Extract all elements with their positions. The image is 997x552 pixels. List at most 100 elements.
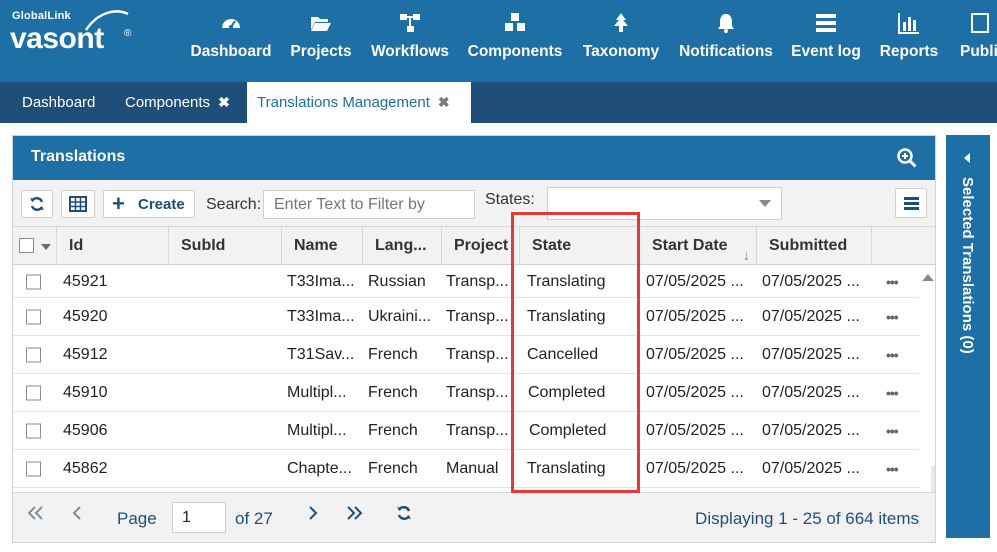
tab-translations-management[interactable]: Translations Management ✖ bbox=[247, 82, 471, 123]
logo-registered-mark: ® bbox=[124, 28, 132, 39]
grid-menu-button[interactable] bbox=[895, 188, 927, 218]
chevron-down-icon[interactable] bbox=[41, 244, 51, 250]
table-row[interactable]: 45862 Chapte... French Manual Translatin… bbox=[13, 450, 919, 488]
page-label: Page bbox=[117, 509, 157, 528]
tab-translations-management-label: Translations Management bbox=[257, 94, 430, 111]
cell-project: Transp... bbox=[446, 421, 509, 439]
plus-icon: + bbox=[112, 191, 125, 216]
states-select[interactable] bbox=[547, 187, 782, 220]
pager-refresh-button[interactable] bbox=[396, 505, 412, 526]
dashboard-icon bbox=[222, 19, 240, 29]
row-actions-icon[interactable]: ••• bbox=[886, 309, 899, 325]
nav-dashboard-label: Dashboard bbox=[190, 43, 272, 60]
column-header-language[interactable]: Lang... bbox=[363, 227, 442, 265]
column-header-name[interactable]: Name bbox=[282, 227, 363, 265]
search-label: Search: bbox=[206, 196, 262, 213]
column-header-state[interactable]: State bbox=[520, 227, 640, 265]
row-actions-icon[interactable]: ••• bbox=[886, 347, 899, 363]
scrollbar-thumb[interactable] bbox=[931, 466, 935, 492]
hamburger-icon-line bbox=[904, 202, 919, 205]
expand-left-icon[interactable] bbox=[964, 153, 970, 163]
cell-language: French bbox=[368, 383, 418, 401]
last-page-button[interactable] bbox=[345, 505, 363, 526]
table-row[interactable]: 45910 Multipl... French Transp... Comple… bbox=[13, 374, 919, 412]
cell-submitted: 07/05/2025 ... bbox=[762, 421, 860, 439]
list-icon bbox=[816, 14, 836, 32]
nav-event-log[interactable]: Event log bbox=[790, 0, 862, 74]
search-input[interactable] bbox=[263, 190, 475, 219]
grid-scrollbar[interactable] bbox=[919, 266, 935, 492]
row-actions-icon[interactable]: ••• bbox=[886, 461, 899, 477]
column-header-subid[interactable]: SubId bbox=[169, 227, 282, 265]
table-row[interactable]: 45912 T31Sav... French Transp... Cancell… bbox=[13, 336, 919, 374]
column-header-start-date[interactable]: Start Date ↓ bbox=[640, 227, 757, 265]
tab-dashboard[interactable]: Dashboard bbox=[12, 82, 105, 123]
nav-event-log-label: Event log bbox=[791, 43, 861, 60]
scroll-up-icon[interactable] bbox=[922, 274, 934, 281]
logo-small-text: GlobalLink bbox=[12, 10, 71, 22]
row-checkbox[interactable] bbox=[26, 347, 41, 362]
right-edge bbox=[990, 123, 997, 552]
tab-components-label: Components bbox=[125, 94, 211, 111]
column-header-submitted[interactable]: Submitted bbox=[757, 227, 872, 265]
cell-language: Ukraini... bbox=[368, 307, 432, 325]
nav-notifications-label: Notifications bbox=[679, 43, 773, 60]
nav-projects[interactable]: Projects bbox=[287, 0, 355, 74]
grid-header: Id SubId Name Lang... Project State Star… bbox=[13, 227, 935, 265]
cell-project: Transp... bbox=[446, 307, 509, 325]
cell-language: French bbox=[368, 459, 418, 477]
selected-translations-panel[interactable]: Selected Translations (0) bbox=[946, 135, 990, 538]
create-button[interactable]: + Create bbox=[103, 190, 195, 218]
row-checkbox[interactable] bbox=[26, 274, 41, 289]
columns-button[interactable] bbox=[61, 190, 95, 218]
nav-workflows[interactable]: Workflows bbox=[366, 0, 454, 74]
row-actions-icon[interactable]: ••• bbox=[886, 385, 899, 401]
next-page-button[interactable] bbox=[307, 505, 319, 526]
nav-components[interactable]: Components bbox=[466, 0, 564, 74]
cell-submitted: 07/05/2025 ... bbox=[762, 383, 860, 401]
zoom-in-icon[interactable] bbox=[897, 148, 917, 168]
table-row[interactable]: 45921 T33Ima... Russian Transp... Transl… bbox=[13, 266, 919, 298]
refresh-button[interactable] bbox=[21, 190, 53, 218]
page-number-input[interactable] bbox=[172, 502, 226, 533]
row-checkbox[interactable] bbox=[26, 461, 41, 476]
nav-projects-label: Projects bbox=[290, 43, 352, 60]
previous-page-button[interactable] bbox=[71, 505, 83, 526]
refresh-icon bbox=[397, 506, 411, 520]
nav-dashboard[interactable]: Dashboard bbox=[186, 0, 276, 74]
select-all-checkbox[interactable] bbox=[19, 238, 34, 253]
table-row[interactable]: 45906 Multipl... French Transp... Comple… bbox=[13, 412, 919, 450]
select-all-header[interactable] bbox=[13, 227, 57, 265]
first-page-button[interactable] bbox=[27, 505, 45, 526]
sitemap-icon bbox=[400, 14, 420, 32]
start-date-header-label: Start Date bbox=[652, 237, 728, 254]
vasont-logo[interactable]: GlobalLink vasont ® bbox=[8, 8, 138, 68]
tab-components-close-icon[interactable]: ✖ bbox=[218, 94, 230, 110]
cell-project: Manual bbox=[446, 459, 499, 477]
row-actions-icon[interactable]: ••• bbox=[886, 274, 899, 290]
tab-translations-management-close-icon[interactable]: ✖ bbox=[438, 94, 450, 110]
cell-project: Transp... bbox=[446, 272, 509, 290]
bar-chart-icon bbox=[898, 13, 919, 34]
row-checkbox[interactable] bbox=[26, 423, 41, 438]
nav-notifications[interactable]: Notifications bbox=[676, 0, 776, 74]
cell-submitted: 07/05/2025 ... bbox=[762, 307, 860, 325]
nav-publish[interactable]: Publis bbox=[956, 0, 997, 74]
cell-start-date: 07/05/2025 ... bbox=[646, 272, 744, 290]
chevron-down-icon bbox=[759, 200, 771, 207]
cell-id: 45920 bbox=[63, 307, 108, 325]
nav-reports[interactable]: Reports bbox=[876, 0, 942, 74]
tab-components[interactable]: Components ✖ bbox=[115, 82, 240, 123]
row-checkbox[interactable] bbox=[26, 309, 41, 324]
row-checkbox[interactable] bbox=[26, 385, 41, 400]
cell-start-date: 07/05/2025 ... bbox=[646, 459, 744, 477]
cell-name: Multipl... bbox=[287, 421, 347, 439]
column-header-id[interactable]: Id bbox=[57, 227, 169, 265]
table-row[interactable]: 45920 T33Ima... Ukraini... Transp... Tra… bbox=[13, 298, 919, 336]
cell-id: 45921 bbox=[63, 272, 108, 290]
nav-taxonomy[interactable]: Taxonomy bbox=[580, 0, 662, 74]
row-actions-icon[interactable]: ••• bbox=[886, 423, 899, 439]
cell-submitted: 07/05/2025 ... bbox=[762, 459, 860, 477]
column-header-project[interactable]: Project bbox=[442, 227, 520, 265]
nav-taxonomy-label: Taxonomy bbox=[582, 43, 660, 60]
